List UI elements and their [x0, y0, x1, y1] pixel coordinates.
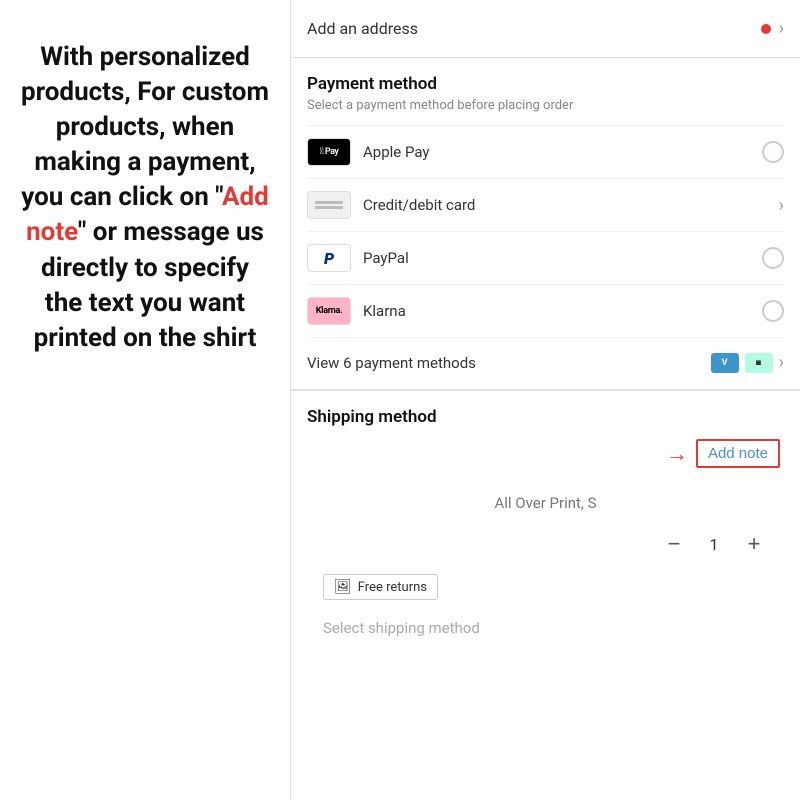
- quantity-decrease-button[interactable]: −: [660, 530, 688, 558]
- shipping-title: Shipping method: [307, 407, 784, 427]
- add-address-row[interactable]: Add an address ›: [291, 0, 800, 58]
- apple-pay-radio[interactable]: [762, 141, 784, 163]
- right-panel: Add an address › Payment method Select a…: [290, 0, 800, 800]
- shipping-section: Shipping method → Add note All Over Prin…: [291, 391, 800, 647]
- klarna-label: Klarna: [363, 302, 406, 320]
- add-note-row: → Add note: [307, 439, 784, 468]
- afterpay-badge-icon: ◙: [745, 353, 773, 373]
- klarna-radio[interactable]: [762, 300, 784, 322]
- view-more-chevron-icon: ›: [779, 352, 784, 373]
- card-label: Credit/debit card: [363, 196, 475, 214]
- payment-section-title: Payment method: [307, 74, 784, 94]
- view-more-right: V ◙ ›: [711, 352, 784, 373]
- apple-pay-label: Apple Pay: [363, 143, 429, 161]
- highlight-add-note: Add note: [26, 182, 269, 247]
- klarna-icon: Klarna.: [307, 297, 351, 325]
- paypal-label: PayPal: [363, 249, 409, 267]
- venmo-badge-icon: V: [711, 353, 739, 373]
- instruction-text: With personalized products, For custom p…: [20, 40, 270, 356]
- card-icon: [307, 191, 351, 219]
- quantity-increase-button[interactable]: +: [740, 530, 768, 558]
- card-chevron-icon: ›: [779, 195, 784, 216]
- payment-item-klarna[interactable]: Klarna. Klarna: [307, 284, 784, 337]
- payment-item-card[interactable]: Credit/debit card ›: [307, 178, 784, 231]
- address-chevron-icon: ›: [779, 18, 784, 39]
- view-more-row[interactable]: View 6 payment methods V ◙ ›: [307, 337, 784, 389]
- paypal-radio[interactable]: [762, 247, 784, 269]
- klarna-left: Klarna. Klarna: [307, 297, 406, 325]
- returns-icon: 🖼: [334, 579, 352, 595]
- quantity-row: − 1 +: [307, 522, 784, 566]
- left-panel: With personalized products, For custom p…: [0, 0, 290, 800]
- apple-pay-left:  Pay Apple Pay: [307, 138, 429, 166]
- arrow-right-icon: →: [666, 441, 688, 467]
- apple-pay-icon:  Pay: [307, 138, 351, 166]
- product-info-row: All Over Print, S: [307, 484, 784, 522]
- select-shipping-row[interactable]: Select shipping method: [307, 608, 784, 647]
- required-dot-icon: [761, 24, 771, 34]
- view-more-label: View 6 payment methods: [307, 354, 476, 372]
- payment-item-apple-pay[interactable]:  Pay Apple Pay: [307, 125, 784, 178]
- card-left: Credit/debit card: [307, 191, 475, 219]
- payment-section-subtitle: Select a payment method before placing o…: [307, 98, 784, 113]
- payment-section: Payment method Select a payment method b…: [291, 58, 800, 390]
- free-returns-label: Free returns: [358, 580, 427, 595]
- add-note-button[interactable]: Add note: [696, 439, 780, 468]
- free-returns-badge: 🖼 Free returns: [323, 574, 438, 600]
- quantity-value: 1: [704, 535, 724, 554]
- select-shipping-label: Select shipping method: [323, 619, 480, 637]
- add-address-label: Add an address: [307, 19, 418, 38]
- address-row-right: ›: [761, 18, 784, 39]
- payment-item-paypal[interactable]: P PayPal: [307, 231, 784, 284]
- paypal-icon: P: [307, 244, 351, 272]
- free-returns-row: 🖼 Free returns: [307, 566, 784, 608]
- product-label: All Over Print, S: [494, 494, 596, 512]
- paypal-left: P PayPal: [307, 244, 409, 272]
